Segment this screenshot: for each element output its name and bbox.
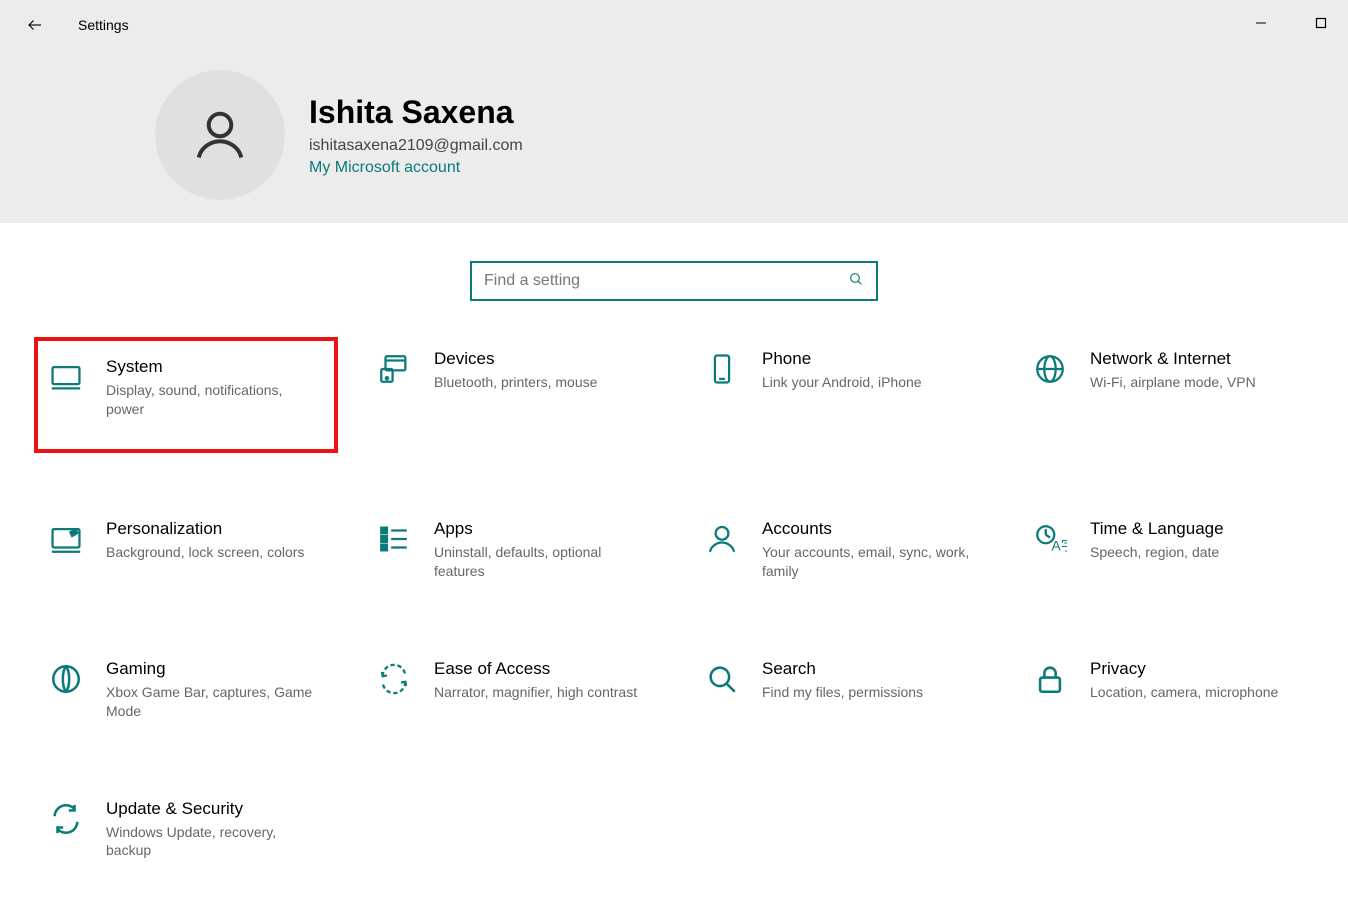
search-icon xyxy=(848,271,864,292)
profile-text: Ishita Saxena ishitasaxena2109@gmail.com… xyxy=(309,94,523,177)
search-row xyxy=(0,223,1348,339)
card-title: Search xyxy=(762,659,923,679)
search-box[interactable] xyxy=(470,261,878,301)
settings-card-personalization[interactable]: Personalization Background, lock screen, … xyxy=(36,509,336,591)
search-input[interactable] xyxy=(484,272,848,290)
search-icon xyxy=(702,659,742,699)
card-title: Time & Language xyxy=(1090,519,1224,539)
card-title: Network & Internet xyxy=(1090,349,1256,369)
apps-icon xyxy=(374,519,414,559)
accounts-icon xyxy=(702,519,742,559)
settings-card-update_security[interactable]: Update & Security Windows Update, recover… xyxy=(36,789,336,871)
card-title: Accounts xyxy=(762,519,972,539)
settings-card-time_language[interactable]: A字 Time & Language Speech, region, date xyxy=(1020,509,1320,591)
settings-card-search[interactable]: Search Find my files, permissions xyxy=(692,649,992,731)
card-desc: Location, camera, microphone xyxy=(1090,683,1278,702)
card-desc: Display, sound, notifications, power xyxy=(106,381,316,419)
card-desc: Narrator, magnifier, high contrast xyxy=(434,683,637,702)
settings-card-ease_of_access[interactable]: Ease of Access Narrator, magnifier, high … xyxy=(364,649,664,731)
card-title: System xyxy=(106,357,316,377)
devices-icon xyxy=(374,349,414,389)
card-text: Ease of Access Narrator, magnifier, high … xyxy=(434,659,637,702)
settings-card-network[interactable]: Network & Internet Wi-Fi, airplane mode, … xyxy=(1020,339,1320,451)
privacy-icon xyxy=(1030,659,1070,699)
minimize-icon xyxy=(1255,17,1267,29)
card-text: Gaming Xbox Game Bar, captures, Game Mode xyxy=(106,659,316,721)
card-text: Apps Uninstall, defaults, optional featur… xyxy=(434,519,644,581)
settings-card-phone[interactable]: Phone Link your Android, iPhone xyxy=(692,339,992,451)
maximize-button[interactable] xyxy=(1306,8,1336,38)
card-desc: Your accounts, email, sync, work, family xyxy=(762,543,972,581)
profile-name: Ishita Saxena xyxy=(309,94,523,131)
card-title: Devices xyxy=(434,349,597,369)
system-icon xyxy=(46,357,86,397)
back-button[interactable] xyxy=(20,10,50,40)
maximize-icon xyxy=(1315,17,1327,29)
settings-card-system[interactable]: System Display, sound, notifications, pow… xyxy=(36,339,336,451)
card-title: Privacy xyxy=(1090,659,1278,679)
card-text: Devices Bluetooth, printers, mouse xyxy=(434,349,597,392)
svg-text:A字: A字 xyxy=(1051,538,1067,554)
profile-email: ishitasaxena2109@gmail.com xyxy=(309,137,523,155)
microsoft-account-link[interactable]: My Microsoft account xyxy=(309,159,523,177)
card-text: Personalization Background, lock screen, … xyxy=(106,519,304,562)
settings-card-privacy[interactable]: Privacy Location, camera, microphone xyxy=(1020,649,1320,731)
card-title: Ease of Access xyxy=(434,659,637,679)
card-desc: Xbox Game Bar, captures, Game Mode xyxy=(106,683,316,721)
settings-card-gaming[interactable]: Gaming Xbox Game Bar, captures, Game Mode xyxy=(36,649,336,731)
card-desc: Windows Update, recovery, backup xyxy=(106,823,316,861)
card-desc: Link your Android, iPhone xyxy=(762,373,922,392)
network-icon xyxy=(1030,349,1070,389)
card-desc: Speech, region, date xyxy=(1090,543,1224,562)
card-title: Phone xyxy=(762,349,922,369)
time_language-icon: A字 xyxy=(1030,519,1070,559)
card-title: Apps xyxy=(434,519,644,539)
phone-icon xyxy=(702,349,742,389)
avatar[interactable] xyxy=(155,70,285,200)
card-desc: Find my files, permissions xyxy=(762,683,923,702)
card-text: Network & Internet Wi-Fi, airplane mode, … xyxy=(1090,349,1256,392)
profile-block: Ishita Saxena ishitasaxena2109@gmail.com… xyxy=(0,50,1348,200)
window-controls xyxy=(1246,8,1336,38)
minimize-button[interactable] xyxy=(1246,8,1276,38)
card-text: System Display, sound, notifications, pow… xyxy=(106,357,316,419)
card-text: Accounts Your accounts, email, sync, work… xyxy=(762,519,972,581)
card-desc: Wi-Fi, airplane mode, VPN xyxy=(1090,373,1256,392)
title-row: Settings xyxy=(0,0,1348,50)
card-text: Search Find my files, permissions xyxy=(762,659,923,702)
card-text: Update & Security Windows Update, recover… xyxy=(106,799,316,861)
settings-grid: System Display, sound, notifications, pow… xyxy=(0,339,1348,910)
gaming-icon xyxy=(46,659,86,699)
header-region: Settings Ishita Saxena ishitasaxena2109@… xyxy=(0,0,1348,223)
back-arrow-icon xyxy=(26,16,44,34)
card-desc: Uninstall, defaults, optional features xyxy=(434,543,644,581)
user-icon xyxy=(190,105,250,165)
card-title: Personalization xyxy=(106,519,304,539)
card-text: Time & Language Speech, region, date xyxy=(1090,519,1224,562)
card-desc: Bluetooth, printers, mouse xyxy=(434,373,597,392)
ease_of_access-icon xyxy=(374,659,414,699)
update_security-icon xyxy=(46,799,86,839)
card-title: Gaming xyxy=(106,659,316,679)
settings-card-devices[interactable]: Devices Bluetooth, printers, mouse xyxy=(364,339,664,451)
personalization-icon xyxy=(46,519,86,559)
card-desc: Background, lock screen, colors xyxy=(106,543,304,562)
card-title: Update & Security xyxy=(106,799,316,819)
settings-card-accounts[interactable]: Accounts Your accounts, email, sync, work… xyxy=(692,509,992,591)
window-title: Settings xyxy=(78,17,129,33)
card-text: Phone Link your Android, iPhone xyxy=(762,349,922,392)
settings-card-apps[interactable]: Apps Uninstall, defaults, optional featur… xyxy=(364,509,664,591)
card-text: Privacy Location, camera, microphone xyxy=(1090,659,1278,702)
